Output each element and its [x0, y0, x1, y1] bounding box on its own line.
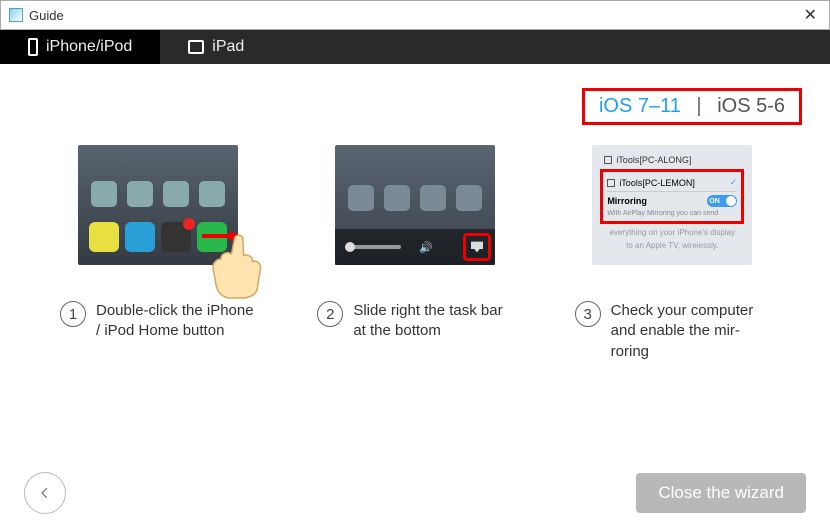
- steps-container: 1 Double-click the iPhone / iPod Home bu…: [20, 145, 810, 362]
- chevron-left-icon: [38, 486, 52, 500]
- brightness-slider-icon: [345, 245, 401, 249]
- step-3-description: Check your computer and enable the mir­r…: [611, 301, 770, 362]
- mirroring-hint: With AirPlay Mirroring you can send: [607, 210, 737, 217]
- mirroring-panel: iTools[PC-LEMON]✓ Mirroring ON With AirP…: [600, 169, 744, 224]
- mirroring-note-1: everything on your iPhone's display: [600, 228, 744, 237]
- mirroring-label: Mirroring: [607, 196, 647, 206]
- device-item-2: iTools[PC-LEMON]: [619, 178, 695, 188]
- mirroring-note-2: to an Apple TV, wirelessly.: [600, 241, 744, 250]
- footer: Close the wizard: [0, 472, 830, 514]
- tab-iphone-label: iPhone/iPod: [46, 38, 132, 56]
- checkbox-icon: [604, 156, 612, 164]
- checkbox-icon: [607, 179, 615, 187]
- step-3-screenshot: iTools[PC-ALONG] iTools[PC-LEMON]✓ Mirro…: [592, 145, 752, 265]
- step-2-description: Slide right the task bar at the bottom: [353, 301, 512, 342]
- step-2-number: 2: [317, 301, 343, 327]
- version-ios5-6[interactable]: iOS 5-6: [717, 95, 785, 117]
- ios-version-selector: iOS 7–11 | iOS 5-6: [582, 88, 802, 125]
- device-item-1: iTools[PC-ALONG]: [616, 155, 691, 165]
- volume-icon: 🔊: [419, 241, 433, 254]
- step-1-number: 1: [60, 301, 86, 327]
- step-1: 1 Double-click the iPhone / iPod Home bu…: [60, 145, 255, 362]
- device-tabbar: iPhone/iPod iPad: [0, 30, 830, 64]
- pointing-hand-icon: [194, 225, 278, 301]
- version-ios7-11[interactable]: iOS 7–11: [599, 95, 681, 117]
- version-separator: |: [696, 95, 701, 117]
- window-titlebar: Guide ✕: [0, 0, 830, 30]
- step-2-screenshot: 🔊: [335, 145, 495, 265]
- back-button[interactable]: [24, 472, 66, 514]
- mirroring-toggle: ON: [707, 195, 737, 207]
- airplay-icon: [463, 233, 491, 261]
- close-wizard-button[interactable]: Close the wizard: [636, 473, 806, 513]
- phone-icon: [28, 38, 38, 56]
- step-1-description: Double-click the iPhone / iPod Home butt…: [96, 301, 255, 342]
- tablet-icon: [188, 40, 204, 54]
- step-2: 🔊 2 Slide right the task bar at the bott…: [317, 145, 512, 362]
- app-icon: [9, 8, 23, 22]
- step-3-number: 3: [575, 301, 601, 327]
- window-close-button[interactable]: ✕: [800, 5, 821, 25]
- version-row: iOS 7–11 | iOS 5-6: [20, 76, 810, 145]
- content-area: iOS 7–11 | iOS 5-6: [0, 64, 830, 362]
- step-1-screenshot: [78, 145, 238, 265]
- step-3: iTools[PC-ALONG] iTools[PC-LEMON]✓ Mirro…: [575, 145, 770, 362]
- tab-ipad[interactable]: iPad: [160, 30, 272, 64]
- window-title: Guide: [29, 8, 800, 23]
- tab-iphone-ipod[interactable]: iPhone/iPod: [0, 30, 160, 64]
- tab-ipad-label: iPad: [212, 38, 244, 56]
